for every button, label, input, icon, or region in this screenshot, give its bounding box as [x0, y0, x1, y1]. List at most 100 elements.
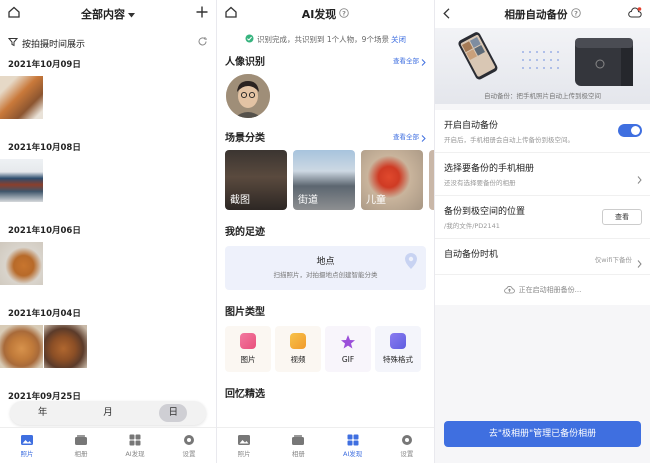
nav-photos[interactable]: 照片 — [7, 434, 47, 458]
photos-topbar: 全部内容 — [0, 0, 216, 28]
scene-card-street[interactable]: 街道 — [293, 150, 355, 210]
scenes-see-all-link[interactable]: 查看全部 — [393, 131, 419, 141]
type-gif[interactable]: GIF — [325, 326, 371, 372]
chevron-right-icon[interactable] — [421, 127, 426, 146]
photo-thumbnail[interactable] — [0, 76, 43, 119]
chevron-right-icon[interactable] — [421, 51, 426, 70]
segment-day[interactable]: 日 — [159, 404, 188, 422]
view-mode-segment: 年 月 日 — [10, 401, 206, 425]
types-title: 图片类型 — [225, 306, 265, 318]
sort-filter-icon — [7, 37, 19, 50]
plus-icon[interactable] — [195, 5, 209, 22]
nav-settings[interactable]: 设置 — [169, 434, 209, 458]
home-icon[interactable] — [7, 5, 21, 22]
chevron-right-icon — [637, 169, 642, 188]
backup-topbar: 相册自动备份 ? — [435, 0, 650, 28]
photo-thumbnail[interactable] — [0, 325, 43, 368]
date-group: 2021年10月04日 — [0, 307, 216, 369]
ai-discover-screen: AI发现 ? 识别完成，共识别到 1个人物，9个场景 关闭 人像识别 查看全部 — [217, 0, 434, 463]
location-card[interactable]: 地点 扫描照片，对拍摄地点创建智能分类 — [225, 246, 426, 290]
view-location-button[interactable]: 查看 — [602, 209, 642, 225]
grid-icon — [347, 434, 359, 445]
auto-backup-toggle[interactable] — [618, 124, 642, 137]
ai-title: AI发现 — [301, 8, 337, 21]
memories-section-header: 回忆精选 — [217, 382, 434, 402]
date-group: 2021年10月06日 — [0, 224, 216, 286]
auto-backup-screen: 相册自动备份 ? 自动备份：把手机照片自动上传到极空间 开启自动备份 开启后，手… — [435, 0, 650, 463]
photo-thumbnail[interactable] — [0, 159, 43, 202]
auto-backup-row: 开启自动备份 开启后，手机相册会自动上传备份到极空间。 — [435, 110, 650, 153]
backup-timing-row[interactable]: 自动备份时机 仅wifi下备份 — [435, 239, 650, 275]
nav-albums[interactable]: 相册 — [278, 434, 318, 458]
choose-album-title: 选择要备份的手机相册 — [444, 164, 535, 174]
people-see-all-link[interactable]: 查看全部 — [393, 55, 419, 65]
image-icon — [240, 333, 256, 349]
phone-to-device-illustration — [458, 32, 633, 86]
album-icon — [75, 434, 87, 445]
nav-settings[interactable]: 设置 — [387, 434, 427, 458]
backup-title: 相册自动备份 — [504, 8, 568, 21]
scenes-section-header: 场景分类 查看全部 — [217, 126, 434, 146]
cloud-upload-icon — [503, 285, 515, 296]
backup-status: 正在启动相册备份... — [435, 275, 650, 305]
bottom-nav: 照片 相册 AI发现 设置 — [217, 427, 434, 463]
gif-star-icon — [340, 334, 356, 350]
date-label: 2021年10月04日 — [8, 309, 81, 319]
segment-year[interactable]: 年 — [29, 404, 57, 422]
auto-backup-title: 开启自动备份 — [444, 121, 499, 131]
map-pin-icon — [404, 252, 418, 274]
caret-down-icon[interactable] — [128, 8, 135, 21]
sort-row[interactable]: 按拍摄时间展示 — [0, 28, 216, 58]
type-image[interactable]: 图片 — [225, 326, 271, 372]
nav-photos[interactable]: 照片 — [224, 434, 264, 458]
document-icon — [390, 333, 406, 349]
back-arrow-icon[interactable] — [443, 8, 450, 22]
type-video[interactable]: 视频 — [275, 326, 321, 372]
memories-title: 回忆精选 — [225, 388, 265, 400]
date-group: 2021年10月08日 — [0, 141, 216, 203]
help-icon[interactable]: ? — [570, 7, 581, 21]
gear-icon — [401, 434, 412, 445]
photos-title[interactable]: 全部内容 — [81, 6, 125, 22]
home-icon[interactable] — [224, 5, 238, 22]
bottom-nav: 照片 相册 AI发现 设置 — [0, 427, 216, 463]
scene-card-children[interactable]: 儿童 — [361, 150, 423, 210]
location-card-desc: 扫描照片，对拍摄地点创建智能分类 — [273, 271, 378, 279]
nav-ai-discover[interactable]: AI发现 — [333, 434, 373, 458]
segment-month[interactable]: 月 — [94, 404, 122, 422]
nav-albums[interactable]: 相册 — [61, 434, 101, 458]
cloud-sync-icon[interactable] — [628, 7, 642, 22]
type-special-format[interactable]: 特殊格式 — [375, 326, 421, 372]
person-avatar[interactable] — [226, 74, 270, 118]
manage-backed-up-albums-button[interactable]: 去"极相册"管理已备份相册 — [444, 421, 641, 447]
date-group: 2021年10月09日 — [0, 58, 216, 120]
scene-card-partial[interactable] — [429, 150, 434, 210]
footprint-title: 我的足迹 — [225, 226, 265, 238]
backup-timing-value: 仅wifi下备份 — [594, 256, 632, 264]
photo-thumbnail[interactable] — [44, 325, 87, 368]
scenes-title: 场景分类 — [225, 132, 265, 144]
backup-location-row: 备份到极空间的位置 /我的文件/PD2141 查看 — [435, 196, 650, 239]
album-icon — [292, 434, 305, 445]
backup-status-text: 正在启动相册备份... — [518, 286, 582, 294]
ai-topbar: AI发现 ? — [217, 0, 434, 28]
choose-album-desc: 还没有选择要备份的相册 — [444, 179, 516, 187]
photo-icon — [238, 434, 251, 445]
refresh-icon[interactable] — [197, 36, 208, 50]
scene-card-screenshot[interactable]: 截图 — [225, 150, 287, 210]
photo-thumbnail[interactable] — [0, 242, 43, 285]
location-card-title: 地点 — [316, 257, 335, 267]
backup-illustration: 自动备份：把手机照片自动上传到极空间 — [435, 28, 650, 104]
scene-list: 截图 街道 儿童 — [217, 150, 434, 210]
choose-album-row[interactable]: 选择要备份的手机相册 还没有选择要备份的相册 — [435, 153, 650, 196]
notice-text: 识别完成，共识别到 1个人物，9个场景 — [257, 34, 389, 44]
people-section-header: 人像识别 查看全部 — [217, 50, 434, 70]
nav-ai-discover[interactable]: AI发现 — [115, 434, 155, 458]
help-icon[interactable]: ? — [339, 7, 350, 21]
auto-backup-desc: 开启后，手机相册会自动上传备份到极空间。 — [444, 136, 574, 144]
sort-label: 按拍摄时间展示 — [22, 39, 86, 50]
recognition-notice: 识别完成，共识别到 1个人物，9个场景 关闭 — [217, 28, 434, 50]
date-label: 2021年10月08日 — [8, 143, 81, 153]
photos-screen: 全部内容 按拍摄时间展示 2021年10月09日 2021年10月08日 202… — [0, 0, 216, 463]
notice-close-link[interactable]: 关闭 — [391, 34, 406, 45]
